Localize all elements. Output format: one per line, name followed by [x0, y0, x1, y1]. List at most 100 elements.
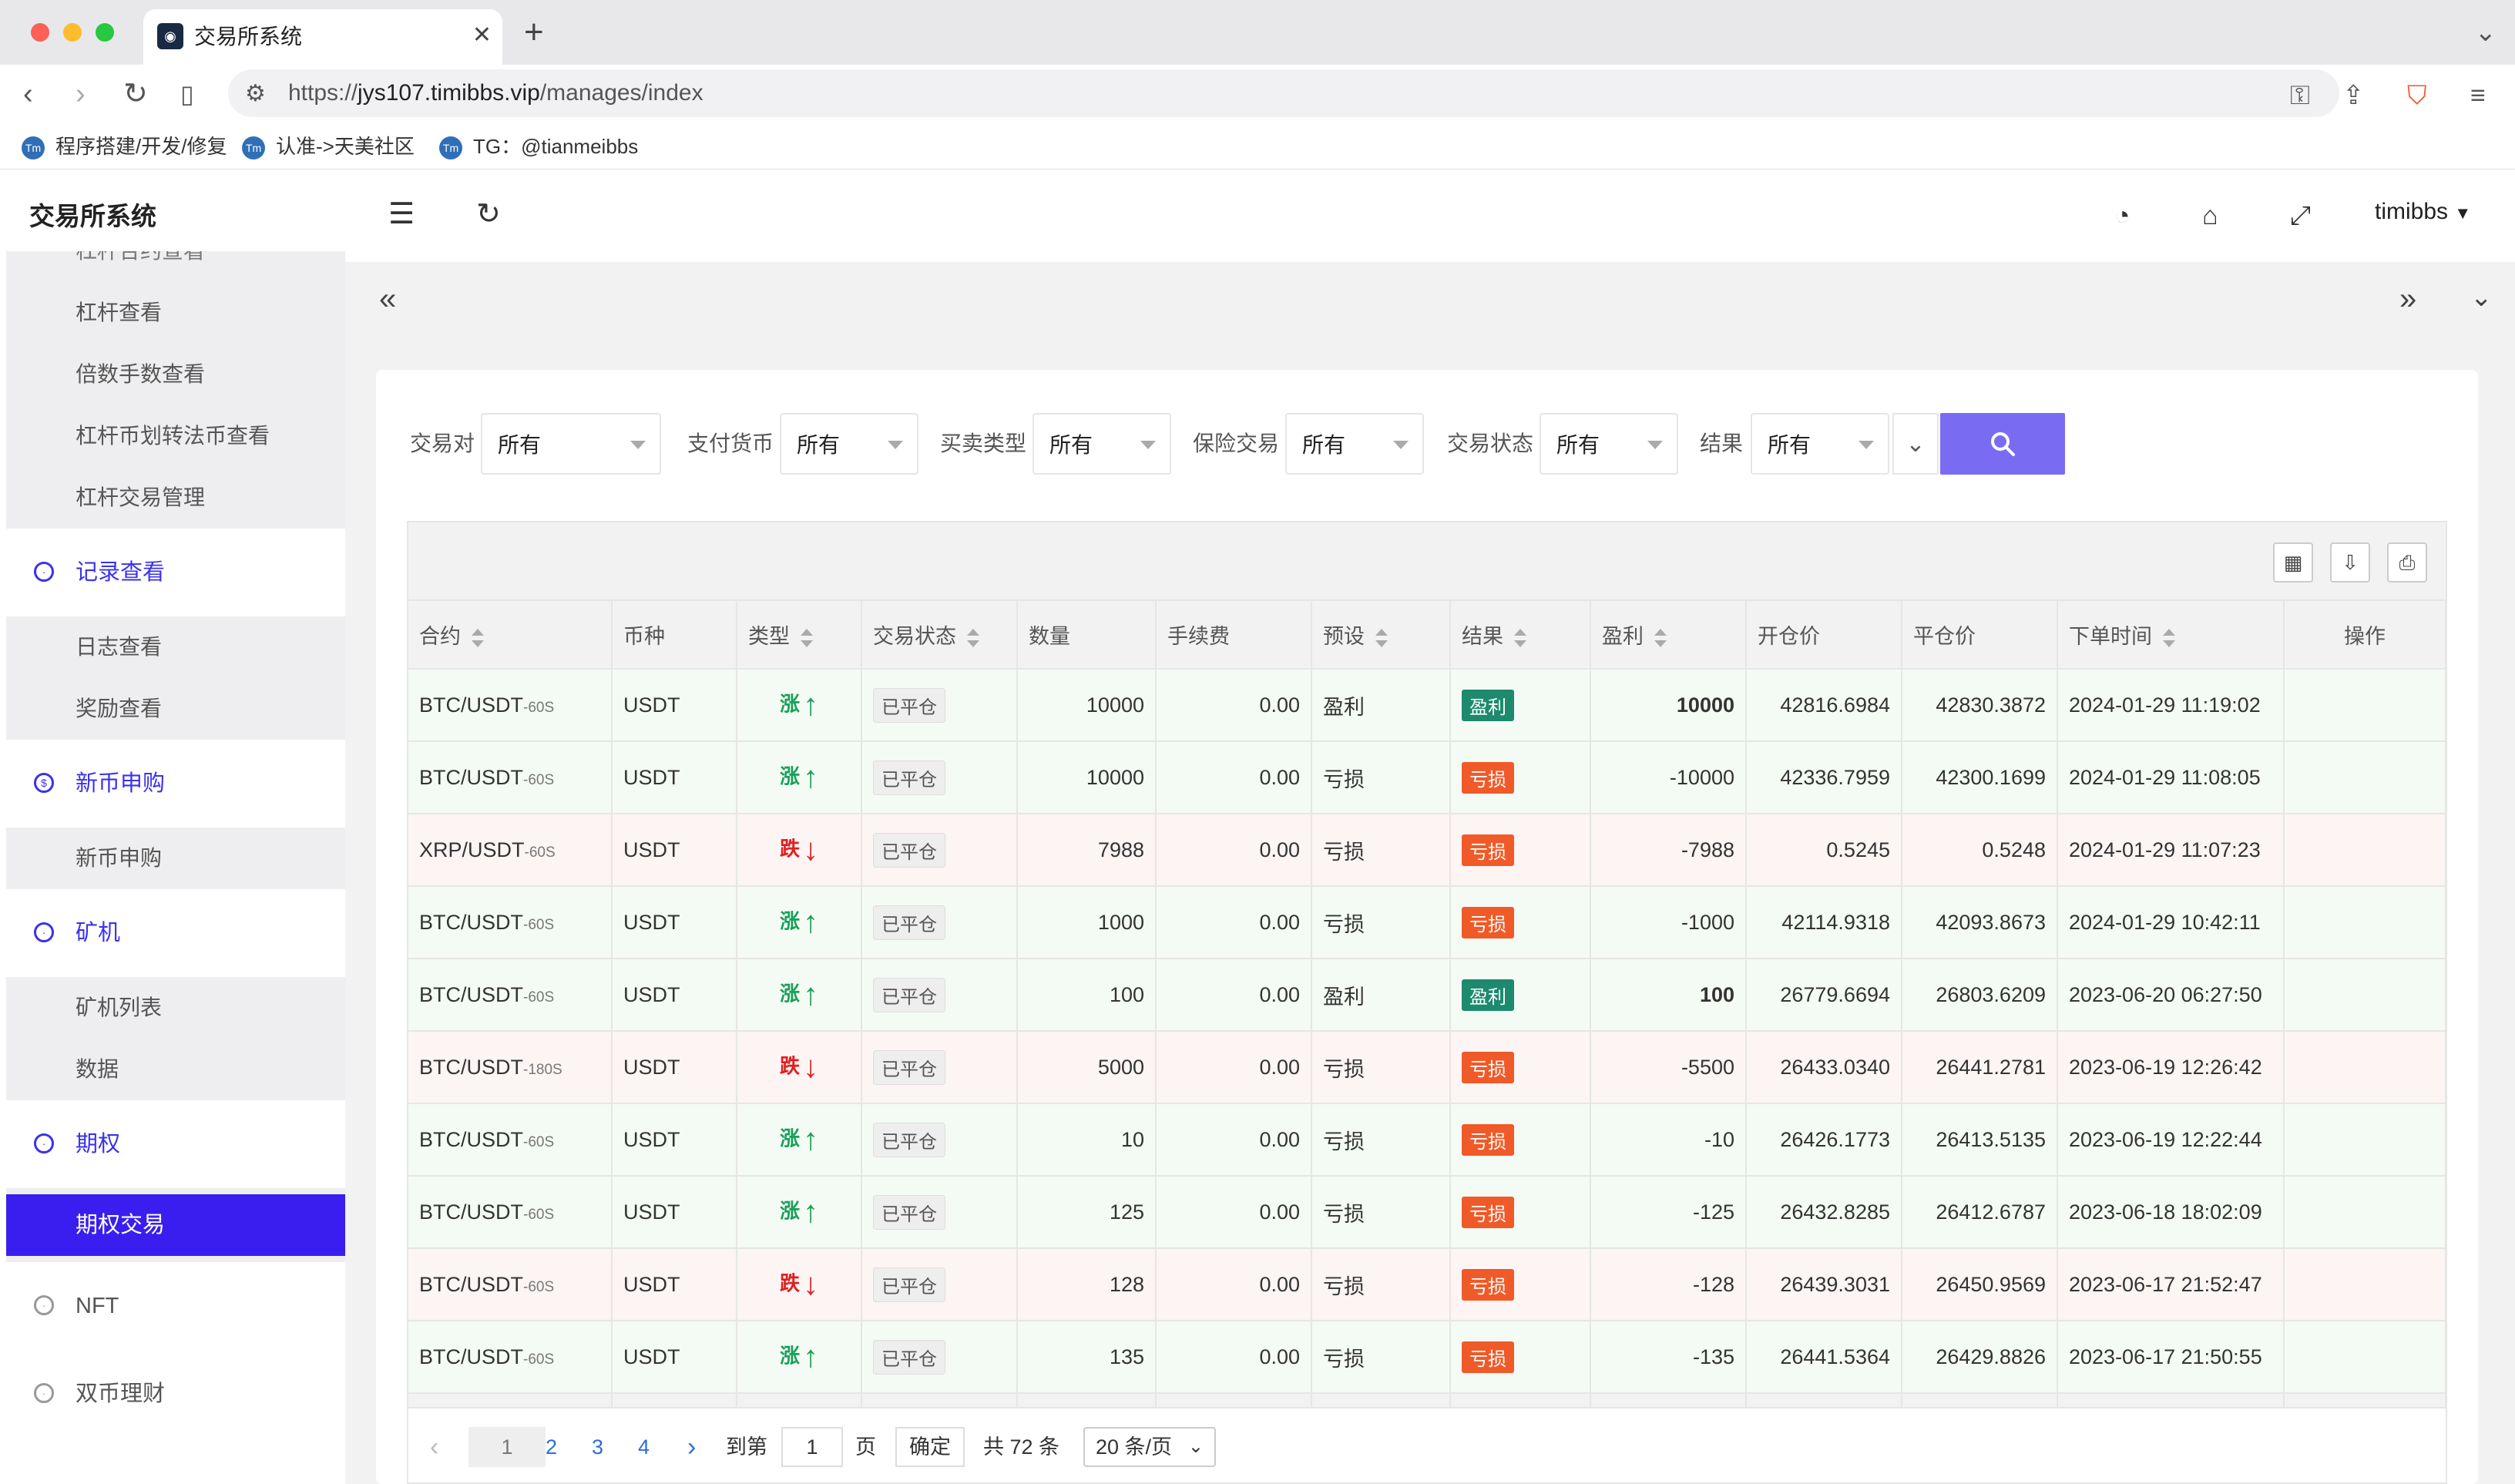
search-button[interactable]: [1940, 413, 2065, 475]
sidebar-item-multiplier-view[interactable]: 倍数手数查看: [6, 344, 345, 405]
sort-icon[interactable]: [801, 628, 813, 647]
sort-icon[interactable]: [1375, 628, 1388, 647]
close-tab-icon[interactable]: ✕: [472, 20, 492, 51]
tag-icon[interactable]: ⌂: [2202, 199, 2218, 233]
url-field[interactable]: ⚙ https://jys107.timibbs.vip/manages/ind…: [228, 69, 2339, 117]
cell-actions[interactable]: [2284, 886, 2446, 959]
sidebar-item-records[interactable]: · 记录查看: [6, 529, 345, 616]
filter-status-select[interactable]: 所有: [1540, 413, 1678, 475]
theme-palette-icon[interactable]: ◔: [2114, 199, 2131, 233]
filter-pair-select[interactable]: 所有: [481, 413, 661, 475]
sidebar-menu[interactable]: 杠杆合约查看 杠杆查看 倍数手数查看 杠杆币划转法币查看 杠杆交易管理 ·记录查…: [6, 251, 345, 1469]
user-menu[interactable]: timibbs ▼: [2375, 199, 2471, 225]
sort-icon[interactable]: [1514, 628, 1526, 647]
sidebar-item-newcoin[interactable]: $ 新币申购: [6, 740, 345, 828]
cell-open-price: 42336.7959: [1746, 741, 1902, 814]
export-icon[interactable]: ⇩: [2330, 542, 2370, 583]
goto-confirm-button[interactable]: 确定: [895, 1427, 965, 1467]
prev-page-icon[interactable]: ‹: [430, 1432, 438, 1462]
brave-shield-icon[interactable]: ⛉: [2407, 80, 2427, 111]
cell-actions[interactable]: [2284, 741, 2446, 814]
cell-actions[interactable]: [2284, 959, 2446, 1032]
tabs-right-icon[interactable]: »: [2399, 282, 2416, 317]
bookmark-item[interactable]: Tm 程序搭建/开发/修复: [22, 133, 227, 160]
page-link[interactable]: 3: [592, 1432, 603, 1462]
forward-icon[interactable]: ›: [76, 77, 86, 111]
sort-icon[interactable]: [472, 628, 484, 647]
bookmark-item[interactable]: Tm TG：@tianmeibbs: [439, 133, 638, 160]
column-header[interactable]: 预设: [1311, 601, 1451, 670]
filter-result-select[interactable]: 所有: [1751, 413, 1889, 475]
tab-list-chevron-icon[interactable]: ⌄: [2475, 17, 2497, 48]
columns-grid-icon[interactable]: ▦: [2273, 542, 2313, 583]
tabs-left-icon[interactable]: «: [379, 282, 396, 317]
reload-icon[interactable]: ↻: [123, 77, 148, 111]
sidebar-item-log[interactable]: 日志查看: [6, 616, 345, 678]
column-header[interactable]: 下单时间: [2057, 601, 2285, 670]
sidebar-item-transfer-view[interactable]: 杠杆币划转法币查看: [6, 405, 345, 467]
sidebar-item-reward[interactable]: 奖励查看: [6, 678, 345, 740]
cell-actions[interactable]: [2284, 1031, 2446, 1104]
filter-label: 保险交易: [1193, 431, 1280, 455]
page-link[interactable]: 4: [638, 1432, 650, 1462]
minimize-window-button[interactable]: [63, 23, 82, 42]
filter-side-select[interactable]: 所有: [1033, 413, 1171, 475]
cell-actions[interactable]: [2284, 1103, 2446, 1177]
column-header[interactable]: 合约: [408, 601, 613, 670]
sidebar-item-leverage-manage[interactable]: 杠杆交易管理: [6, 467, 345, 529]
bookmark-icon[interactable]: ▯: [180, 77, 194, 111]
sidebar-item-dual[interactable]: · 双币理财: [6, 1350, 345, 1438]
page-size-select[interactable]: 20 条/页 ⌄: [1083, 1427, 1216, 1467]
key-icon[interactable]: ⚿: [2290, 80, 2310, 111]
sidebar-item-options[interactable]: · 期权: [6, 1100, 345, 1188]
column-header[interactable]: 交易状态: [861, 601, 1018, 670]
cell-actions[interactable]: [2284, 669, 2446, 742]
cell-time: 2023-06-17 21:52:47: [2057, 1248, 2285, 1321]
goto-page-input[interactable]: 1: [781, 1427, 843, 1467]
app-title: 交易所系统: [29, 202, 156, 230]
cell-profit: -7988: [1590, 814, 1747, 887]
close-window-button[interactable]: [31, 23, 49, 42]
tabs-dropdown-icon[interactable]: ⌄: [2470, 282, 2493, 313]
cell-actions[interactable]: [2284, 1248, 2446, 1321]
share-icon[interactable]: ⇪: [2342, 80, 2365, 111]
page-link[interactable]: 2: [546, 1432, 557, 1462]
filter-currency-select[interactable]: 所有: [780, 413, 918, 475]
back-icon[interactable]: ‹: [23, 77, 33, 111]
fullscreen-icon[interactable]: ⤢: [2290, 199, 2311, 233]
bookmark-item[interactable]: Tm 认准->天美社区: [242, 133, 415, 160]
sidebar-item-leverage-view[interactable]: 杠杆查看: [6, 282, 345, 344]
sidebar-item-data[interactable]: 数据: [6, 1039, 345, 1100]
menu-icon[interactable]: ≡: [2470, 80, 2486, 111]
sort-icon[interactable]: [1654, 628, 1667, 647]
cell-actions[interactable]: [2284, 1321, 2446, 1394]
site-settings-icon[interactable]: ⚙: [245, 80, 266, 107]
filter-insurance-select[interactable]: 所有: [1285, 413, 1424, 475]
sidebar-item-options-trade[interactable]: 期权交易: [6, 1194, 345, 1256]
column-header[interactable]: 结果: [1450, 601, 1591, 670]
browser-tab[interactable]: ◉ 交易所系统 ✕: [143, 9, 502, 65]
column-header: 数量: [1017, 601, 1157, 670]
expand-filters-button[interactable]: ⌄: [1892, 413, 1939, 475]
sort-icon[interactable]: [967, 628, 979, 647]
sidebar-item-nft[interactable]: · NFT: [6, 1262, 345, 1350]
cell-actions[interactable]: [2284, 814, 2446, 887]
cell-close-price: 0.5248: [1902, 814, 2058, 887]
sidebar-item-miner-list[interactable]: 矿机列表: [6, 977, 345, 1039]
zoom-window-button[interactable]: [96, 23, 114, 42]
column-header[interactable]: 盈利: [1590, 601, 1747, 670]
sidebar-item-cut[interactable]: 杠杆合约查看: [6, 251, 345, 282]
cell-profit: 10000: [1590, 669, 1747, 742]
sidebar-item-miner[interactable]: · 矿机: [6, 889, 345, 977]
new-tab-icon[interactable]: +: [524, 15, 544, 49]
page-current[interactable]: 1: [468, 1427, 546, 1467]
cell-actions[interactable]: [2284, 1176, 2446, 1249]
sidebar-item-newcoin-sub[interactable]: 新币申购: [6, 828, 345, 889]
print-icon[interactable]: ⎙: [2387, 542, 2427, 583]
refresh-icon[interactable]: ↻: [476, 197, 501, 231]
collapse-menu-icon[interactable]: ☰: [388, 197, 415, 231]
sort-icon[interactable]: [2163, 628, 2175, 647]
next-page-icon[interactable]: ›: [687, 1432, 696, 1462]
column-header[interactable]: 类型: [737, 601, 862, 670]
result-badge: 亏损: [1462, 1268, 1514, 1301]
